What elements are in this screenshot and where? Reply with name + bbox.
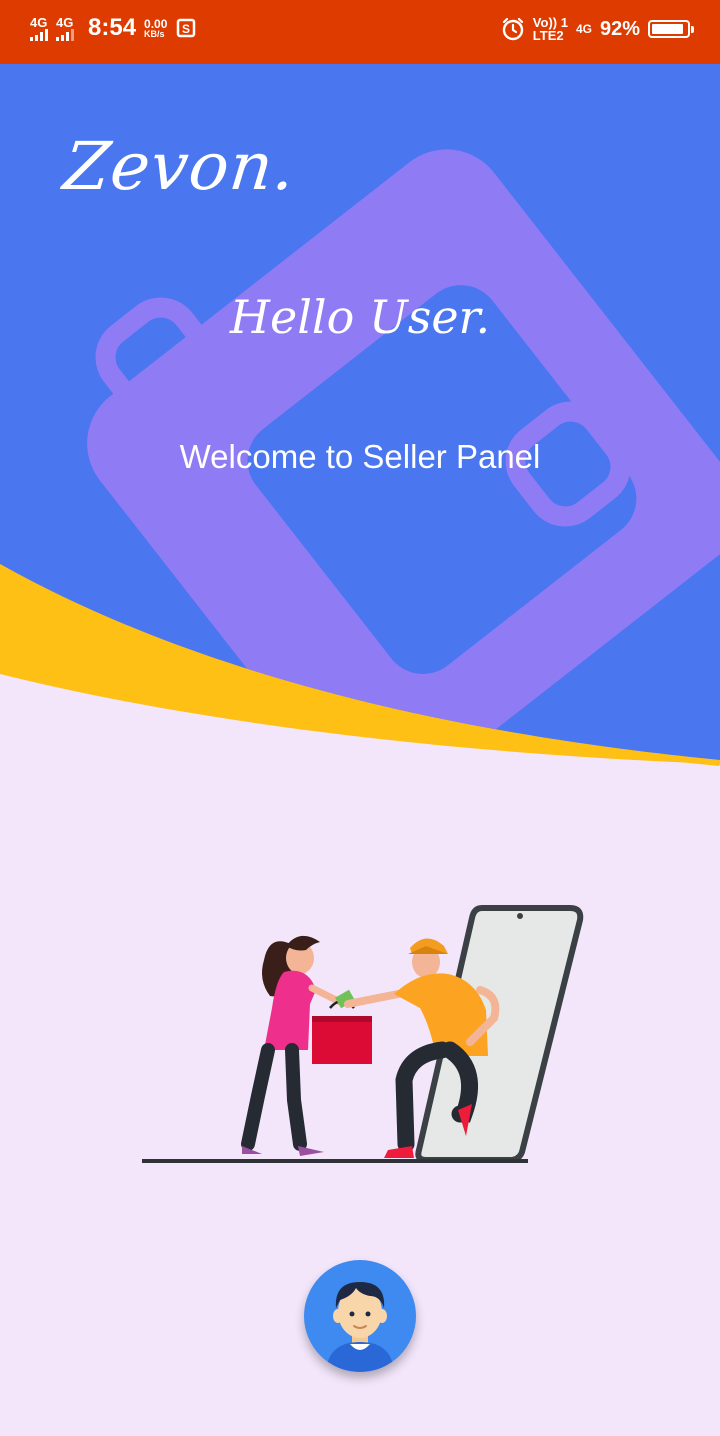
signal-icon: 4G xyxy=(30,16,48,41)
volte-bottom: LTE2 xyxy=(532,28,564,43)
status-bar-right: Vo)) 1 LTE2 4G 92% xyxy=(501,16,694,42)
network-speed: 0.00 KB/s xyxy=(144,18,167,39)
network-type-2: 4G xyxy=(56,14,74,30)
signal-icon: 4G xyxy=(56,16,74,41)
greeting-title: Hello User. xyxy=(229,290,491,344)
svg-text:S: S xyxy=(182,22,190,36)
profile-avatar-button[interactable] xyxy=(304,1260,416,1372)
battery-percent: 92% xyxy=(599,17,640,40)
battery-icon xyxy=(648,20,694,38)
welcome-subtitle: Welcome to Seller Panel xyxy=(179,438,541,475)
screenshot-icon: S xyxy=(177,18,196,38)
shopping-bag xyxy=(312,999,372,1064)
network-type-3: 4G xyxy=(575,22,592,36)
volte-indicator: Vo)) 1 LTE2 xyxy=(533,16,568,42)
status-bar: 4G 4G 8:54 0.00 KB/s S Vo)) 1 LTE2 4G 92… xyxy=(0,0,720,64)
status-bar-left: 4G 4G 8:54 0.00 KB/s S xyxy=(30,14,197,42)
brand-logo: Zevon. xyxy=(59,128,300,205)
alarm-icon xyxy=(502,17,523,41)
shopping-delivery-illustration xyxy=(142,905,584,1163)
network-type-1: 4G xyxy=(30,14,48,30)
battery-fill xyxy=(652,24,684,34)
user-avatar-icon xyxy=(326,1282,394,1372)
network-speed-unit: KB/s xyxy=(144,28,165,39)
clock: 8:54 xyxy=(88,14,137,41)
network-speed-value: 0.00 xyxy=(144,16,168,31)
